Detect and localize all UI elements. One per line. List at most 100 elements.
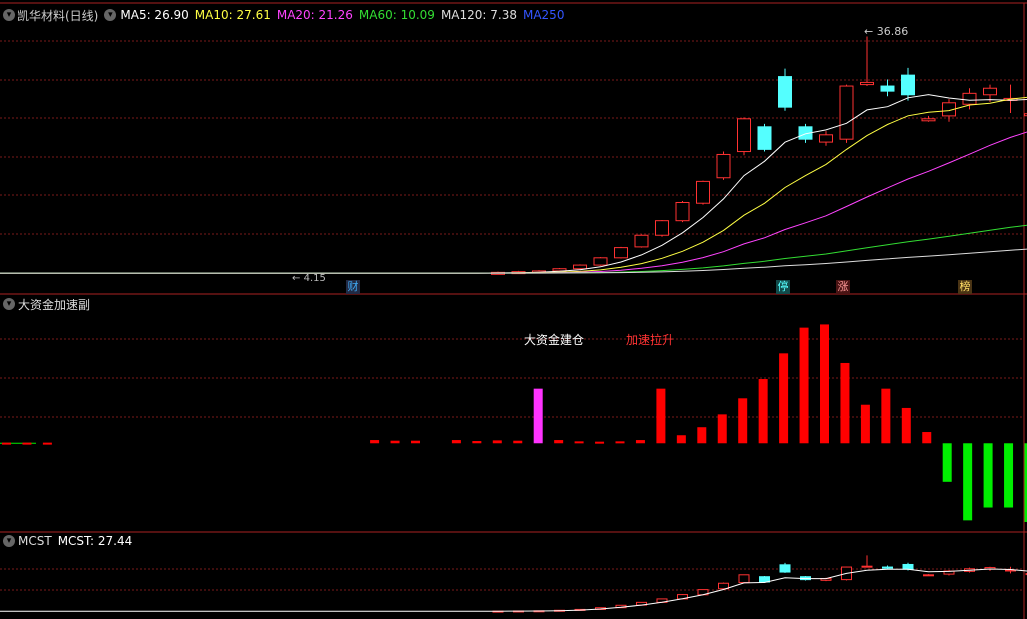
ma-label: MA20: 21.26: [276, 8, 353, 22]
mcst-panel-header: ▾ MCST MCST: 27.44: [0, 533, 132, 549]
candle-body: [593, 257, 608, 266]
panel-menu-icon[interactable]: ▾: [3, 9, 15, 21]
event-marker-limit-up[interactable]: 涨: [836, 280, 850, 294]
mcst-candle-body: [861, 565, 873, 568]
indicator-bar: [717, 414, 727, 444]
stock-chart-window: ▾ 凯华材料(日线) ▾ MA5: 26.90 MA10: 27.61 MA20: …: [0, 0, 1027, 619]
candle-body: [716, 153, 731, 179]
high-price-value: 36.86: [876, 25, 909, 38]
indicator-bar: [533, 388, 543, 444]
ma-label: MA10: 27.61: [194, 8, 271, 22]
ma-selector-icon[interactable]: ▾: [104, 9, 117, 21]
indicator-bar: [799, 327, 809, 444]
indicator-bar: [574, 441, 584, 444]
indicator-bar: [758, 379, 768, 444]
ma60-line: [0, 224, 1027, 274]
indicator-bar: [901, 407, 911, 444]
ma-legend: MA5: 26.90 MA10: 27.61 MA20: 21.26 MA60: 10…: [120, 8, 570, 22]
candle-body: [839, 85, 854, 140]
high-price-label: ← 36.86: [864, 25, 908, 38]
indicator-bar: [656, 388, 666, 444]
mcst-value: MCST: 27.44: [57, 534, 133, 548]
event-marker-halt[interactable]: 停: [776, 280, 790, 294]
indicator-bar: [554, 440, 564, 444]
indicator-bar: [738, 398, 748, 444]
ma20-line: [0, 131, 1027, 274]
marker-halt-text: 停: [777, 280, 789, 293]
mcst-candle-body: [923, 574, 934, 577]
indicator-bar: [881, 388, 891, 444]
indicator-bar: [390, 440, 400, 444]
candle-body: [962, 92, 977, 105]
marker-billboard-text: 榜: [959, 280, 971, 293]
candle-body: [860, 81, 874, 86]
indicator-bar: [492, 440, 502, 444]
high-price-arrow-icon: ←: [864, 25, 874, 38]
ma120-line: [0, 248, 1027, 274]
candle-body: [655, 220, 669, 236]
mcst-candle-body: [902, 563, 914, 570]
mcst-title: MCST: [18, 534, 52, 548]
marker-finance-text: 财: [347, 280, 359, 293]
indicator-bar: [22, 442, 32, 445]
indicator-bar: [2, 442, 11, 445]
indicator-bar: [697, 427, 707, 444]
indicator-bar: [983, 443, 993, 508]
event-marker-finance[interactable]: 财: [346, 280, 360, 294]
event-marker-billboard[interactable]: 榜: [958, 280, 972, 294]
indicator-bar: [942, 443, 952, 482]
indicator-bar: [513, 440, 523, 444]
chart-canvas[interactable]: [0, 0, 1027, 619]
indicator-bar: [472, 441, 482, 444]
main-panel-header: ▾ 凯华材料(日线) ▾ MA5: 26.90 MA10: 27.61 MA20: …: [0, 7, 570, 23]
candle-body: [696, 180, 710, 204]
candle-body: [757, 126, 772, 150]
candle-body: [573, 264, 587, 270]
indicator-bar: [922, 432, 932, 444]
mcst-candle-body: [738, 574, 750, 584]
indicator-bar: [370, 440, 380, 444]
low-price-label: ← 4.15: [292, 273, 326, 284]
mcst-candle-body: [882, 566, 893, 569]
candle-body: [819, 134, 833, 143]
indicator-menu-icon[interactable]: ▾: [3, 298, 15, 310]
low-price-arrow-icon: ←: [292, 273, 301, 284]
indicator-bar: [635, 440, 645, 444]
ma-label: MA250: [522, 8, 565, 22]
candle-body: [901, 74, 915, 96]
indicator-bar: [840, 362, 850, 444]
indicator-bar: [779, 353, 789, 444]
indicator-bar: [676, 435, 686, 444]
annotation-build-text: 大资金建仓: [524, 333, 585, 347]
mcst-candle-body: [779, 564, 791, 573]
candle-body: [880, 85, 895, 92]
indicator-bar: [595, 441, 605, 444]
indicator-bar: [1004, 443, 1014, 508]
indicator-bar: [42, 442, 52, 445]
indicator-bar: [411, 440, 420, 444]
annotation-accelerate-text: 加速拉升: [626, 333, 675, 347]
candle-body: [634, 234, 649, 248]
annotation-accelerate: 加速拉升: [626, 331, 674, 348]
indicator-bar: [963, 443, 973, 521]
mcst-menu-icon[interactable]: ▾: [3, 535, 15, 547]
ma-label: MA120: 7.38: [440, 8, 517, 22]
candle-body: [675, 201, 690, 222]
ma-label: MA60: 10.09: [358, 8, 435, 22]
annotation-build-position: 大资金建仓: [524, 331, 584, 348]
candle-body: [983, 87, 997, 96]
low-price-value: 4.15: [303, 273, 326, 284]
indicator-bar: [451, 440, 461, 444]
candle-body: [921, 118, 936, 122]
stock-title: 凯华材料(日线): [17, 8, 99, 23]
indicator-title: 大资金加速副: [18, 297, 91, 312]
indicator-bar: [820, 324, 829, 444]
candle-body: [614, 247, 628, 259]
indicator-bar: [860, 404, 870, 444]
candle-body: [737, 118, 751, 153]
marker-limit-up-text: 涨: [837, 280, 849, 293]
ma-label: MA5: 26.90: [120, 8, 189, 22]
indicator-bar: [615, 441, 625, 444]
indicator-panel-header: ▾ 大资金加速副: [0, 296, 90, 312]
candle-body: [778, 76, 792, 108]
